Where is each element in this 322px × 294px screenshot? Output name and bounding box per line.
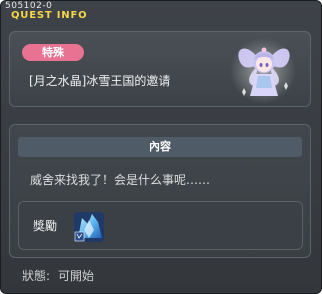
quest-info-window: 505102-0 QUEST INFO 特殊 [月之水晶]冰雪王国的邀请 內容 …: [0, 0, 322, 294]
quest-description: 威舍来找我了！会是什么事呢……: [30, 173, 211, 187]
status-value: 可開始: [58, 269, 95, 283]
ice-crystal-item-icon[interactable]: [72, 210, 106, 244]
quest-content-panel: 內容 威舍来找我了！会是什么事呢…… 獎勵: [9, 124, 311, 258]
category-badge: 特殊: [22, 44, 84, 61]
quest-title: [月之水晶]冰雪王国的邀请: [29, 74, 171, 88]
status-label: 狀態:: [22, 269, 51, 283]
reward-label: 獎勵: [33, 219, 58, 233]
reward-box: 獎勵: [18, 201, 303, 250]
quest-header-panel: 特殊 [月之水晶]冰雪王国的邀请: [9, 31, 311, 107]
content-section-header: 內容: [18, 137, 302, 157]
window-title: QUEST INFO: [11, 10, 88, 21]
npc-fairy-portrait-icon: [230, 38, 296, 104]
